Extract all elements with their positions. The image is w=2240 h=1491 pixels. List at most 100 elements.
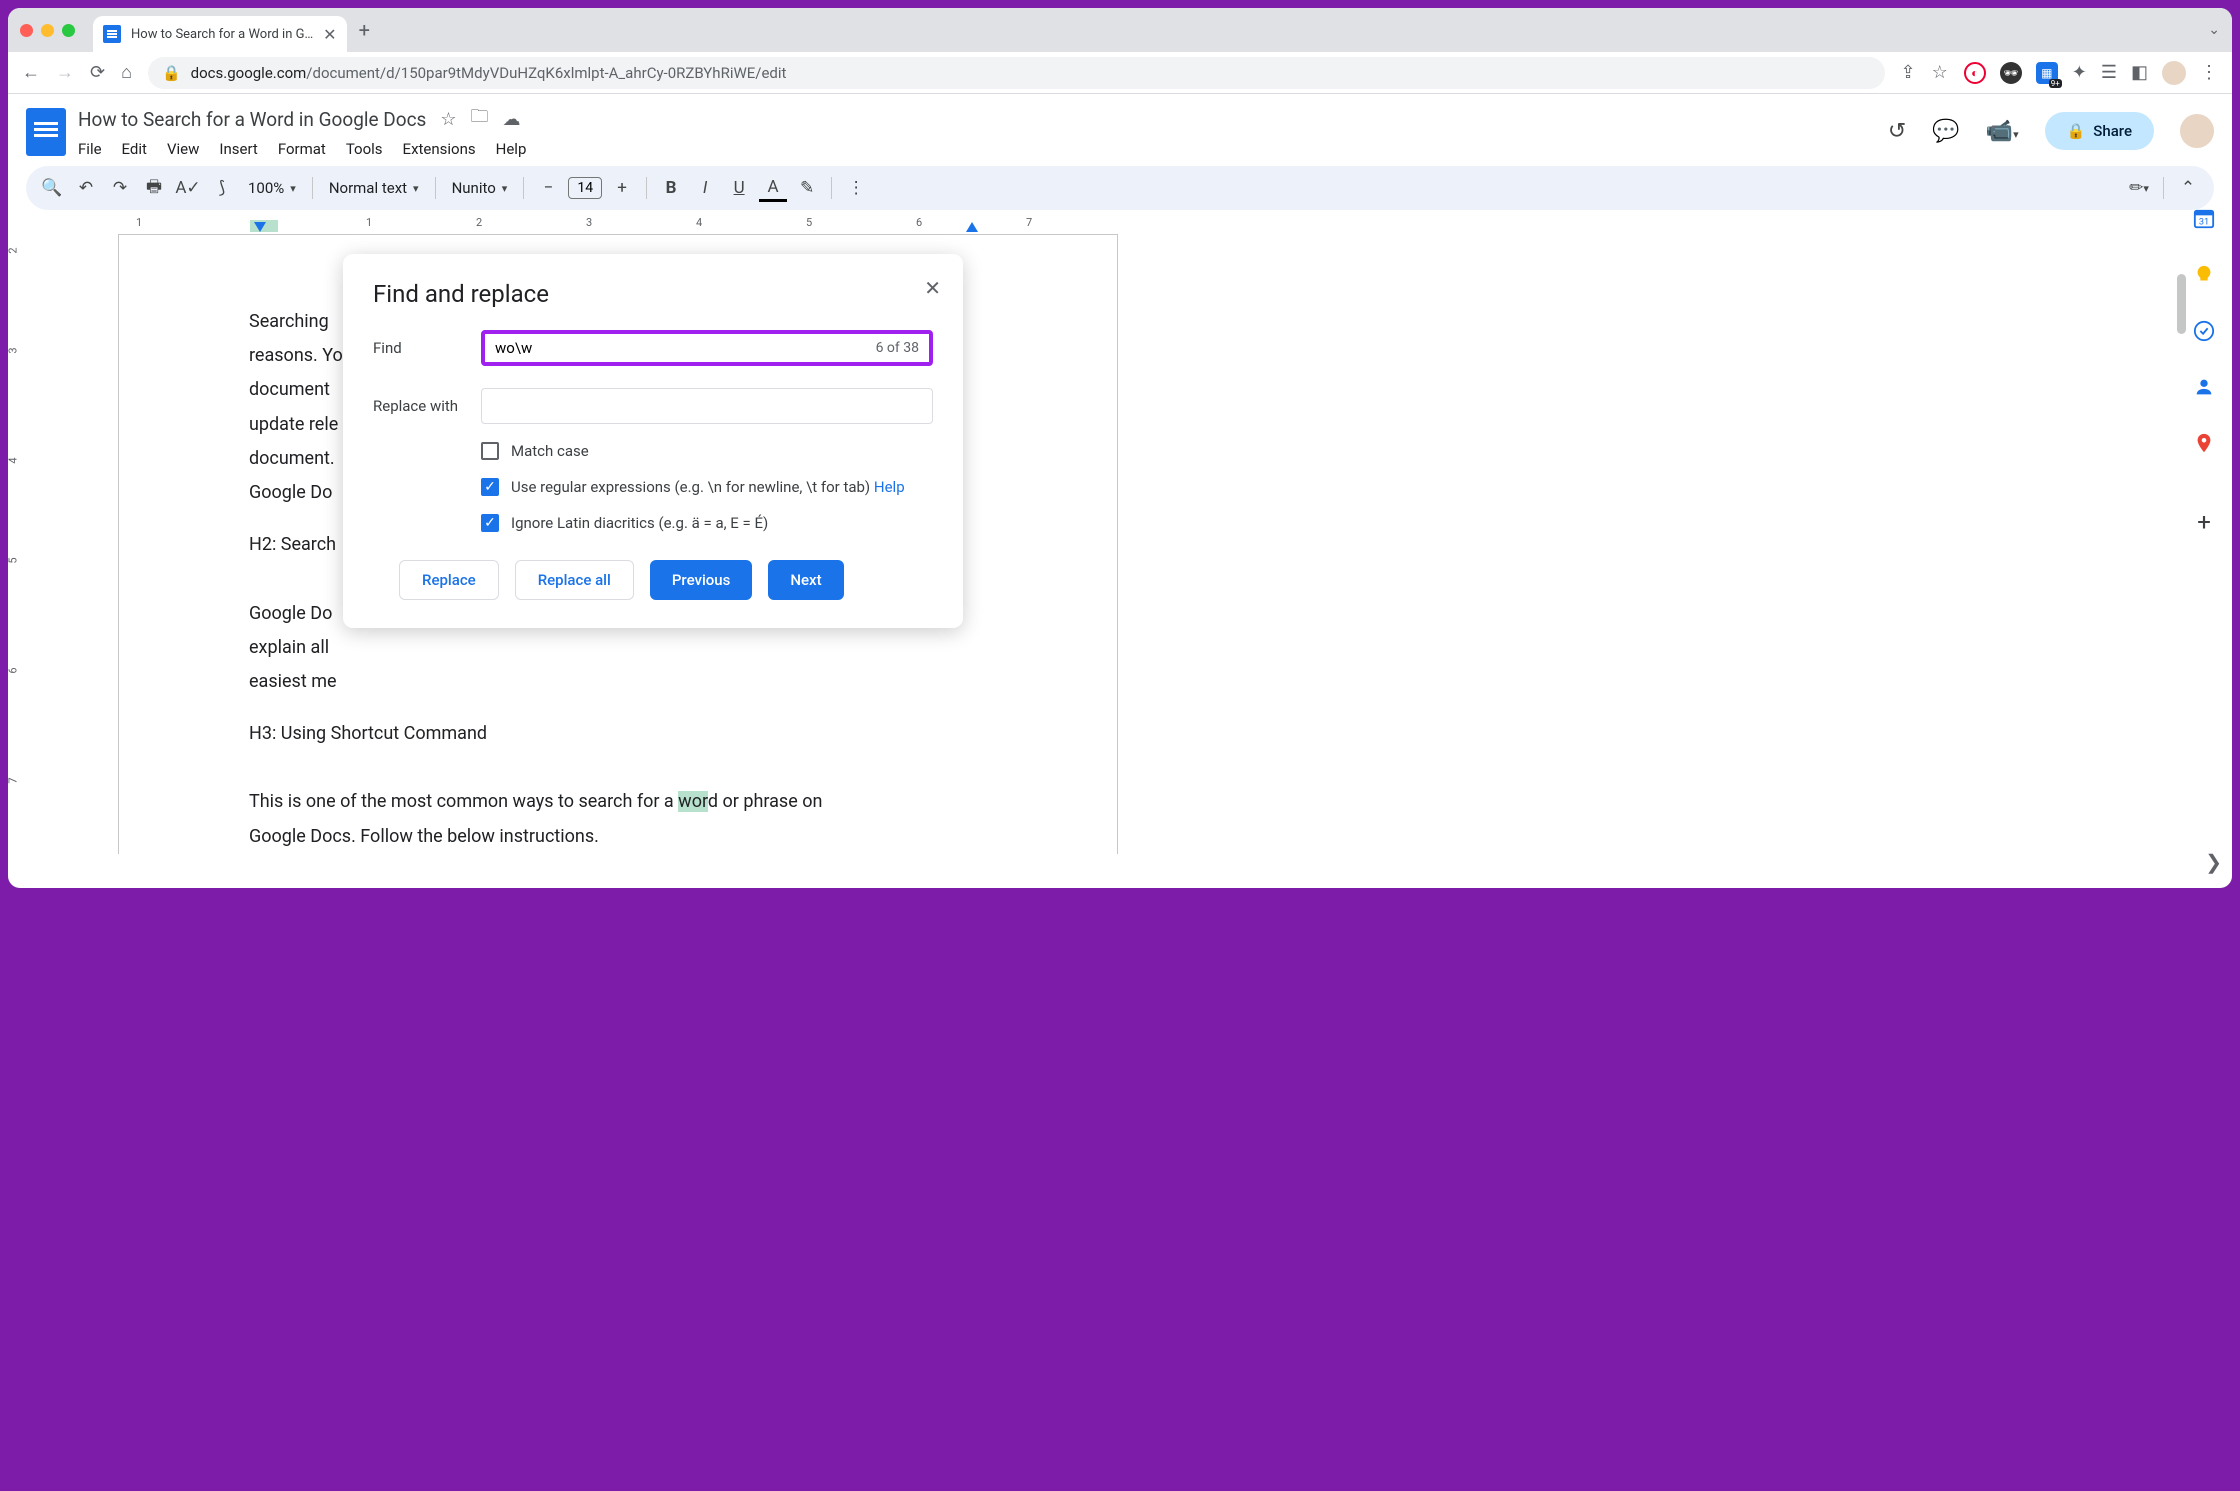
docs-logo-icon[interactable] [26, 108, 66, 156]
account-avatar[interactable] [2180, 114, 2214, 148]
forward-icon: → [56, 62, 74, 83]
font-decrease[interactable]: − [534, 174, 562, 202]
menu-insert[interactable]: Insert [219, 140, 257, 158]
more-toolbar-icon[interactable]: ⋮ [842, 174, 870, 202]
highlight-color-icon[interactable]: ✎ [793, 174, 821, 202]
browser-window: How to Search for a Word in G… ✕ + ⌄ ← →… [8, 8, 2232, 888]
menu-extensions[interactable]: Extensions [403, 140, 476, 158]
print-icon[interactable]: 🖶 [140, 174, 168, 202]
docs-header: How to Search for a Word in Google Docs … [8, 94, 2232, 158]
close-dialog-icon[interactable]: ✕ [924, 276, 941, 300]
history-icon[interactable]: ↺ [1888, 119, 1906, 144]
share-label: Share [2093, 122, 2132, 140]
bookmark-star-icon[interactable]: ☆ [1932, 62, 1948, 83]
vertical-ruler[interactable]: 2 3 4 5 6 7 [8, 234, 26, 854]
menu-tools[interactable]: Tools [346, 140, 383, 158]
previous-button[interactable]: Previous [650, 560, 753, 600]
italic-icon[interactable]: I [691, 174, 719, 202]
font-family-select[interactable]: Nunito▾ [446, 179, 514, 197]
browser-tab[interactable]: How to Search for a Word in G… ✕ [93, 16, 347, 52]
reload-icon[interactable]: ⟳ [90, 62, 105, 83]
profile-avatar[interactable] [2162, 61, 2186, 85]
url-path: /document/d/150par9tMdyVDuHZqK6xlmlpt-A_… [306, 64, 786, 82]
address-field[interactable]: 🔒 docs.google.com/document/d/150par9tMdy… [148, 57, 1885, 89]
search-highlight: wor [678, 791, 708, 812]
text-color-icon[interactable]: A [759, 174, 787, 202]
maps-icon[interactable] [2193, 432, 2215, 454]
ublock-icon[interactable]: ◐ [1964, 62, 1986, 84]
replace-input[interactable] [481, 388, 933, 424]
find-input[interactable]: wo\w 6 of 38 [481, 330, 933, 366]
back-icon[interactable]: ← [22, 62, 40, 83]
menu-file[interactable]: File [78, 140, 102, 158]
share-icon[interactable]: ⇪ [1901, 62, 1916, 83]
canvas-area: 2 3 4 5 6 7 Searching reasons. Yo docume… [8, 234, 2232, 854]
collapse-toolbar-icon[interactable]: ⌃ [2174, 174, 2202, 202]
menu-edit[interactable]: Edit [122, 140, 147, 158]
minimize-window[interactable] [41, 24, 54, 37]
horizontal-ruler[interactable]: 1 1 2 3 4 5 6 7 [26, 216, 2214, 234]
menu-format[interactable]: Format [278, 140, 326, 158]
star-icon[interactable]: ☆ [440, 109, 456, 130]
spellcheck-icon[interactable]: A✓ [174, 174, 202, 202]
toolbar: 🔍 ↶ ↷ 🖶 A✓ ⟆ 100%▾ Normal text▾ Nunito▾ … [26, 166, 2214, 210]
extension-mask-icon[interactable]: 🕶 [2000, 62, 2022, 84]
add-addon-icon[interactable]: + [2197, 508, 2211, 536]
doc-title[interactable]: How to Search for a Word in Google Docs [78, 108, 426, 131]
underline-icon[interactable]: U [725, 174, 753, 202]
meet-icon[interactable]: 📹▾ [1986, 119, 2019, 144]
new-tab-button[interactable]: + [359, 18, 370, 42]
diacritics-option[interactable]: ✓ Ignore Latin diacritics (e.g. ä = a, E… [481, 514, 933, 532]
comments-icon[interactable]: 💬 [1932, 119, 1959, 144]
replace-button[interactable]: Replace [399, 560, 499, 600]
font-size-input[interactable]: 14 [568, 177, 602, 199]
find-value: wo\w [495, 339, 532, 357]
extension-translate-icon[interactable]: ▦9+ [2036, 62, 2058, 84]
replace-label: Replace with [373, 397, 481, 415]
tasks-icon[interactable] [2193, 320, 2215, 342]
reading-list-icon[interactable]: ☰ [2101, 62, 2117, 83]
menu-help[interactable]: Help [496, 140, 527, 158]
checkbox-checked-icon: ✓ [481, 514, 499, 532]
contacts-icon[interactable] [2193, 376, 2215, 398]
redo-icon[interactable]: ↷ [106, 174, 134, 202]
maximize-window[interactable] [62, 24, 75, 37]
menu-bar: File Edit View Insert Format Tools Exten… [78, 140, 1876, 158]
find-label: Find [373, 339, 481, 357]
zoom-select[interactable]: 100%▾ [242, 179, 302, 197]
bold-icon[interactable]: B [657, 174, 685, 202]
traffic-lights [20, 24, 75, 37]
paint-format-icon[interactable]: ⟆ [208, 174, 236, 202]
find-count: 6 of 38 [876, 340, 919, 356]
tab-title: How to Search for a Word in G… [131, 27, 313, 42]
menu-view[interactable]: View [167, 140, 199, 158]
search-menu-icon[interactable]: 🔍 [38, 174, 66, 202]
undo-icon[interactable]: ↶ [72, 174, 100, 202]
next-button[interactable]: Next [768, 560, 843, 600]
lock-icon: 🔒 [162, 64, 181, 82]
expand-sidepanel-icon[interactable]: ❯ [2205, 850, 2222, 874]
paragraph-style-select[interactable]: Normal text▾ [323, 179, 425, 197]
checkbox-unchecked-icon [481, 442, 499, 460]
keep-icon[interactable] [2193, 264, 2215, 286]
home-icon[interactable]: ⌂ [121, 62, 132, 83]
editing-mode-icon[interactable]: ✏▾ [2125, 174, 2153, 202]
match-case-option[interactable]: Match case [481, 442, 933, 460]
replace-all-button[interactable]: Replace all [515, 560, 634, 600]
chrome-menu-icon[interactable]: ⋮ [2200, 62, 2218, 83]
regex-help-link[interactable]: Help [874, 478, 905, 496]
close-window[interactable] [20, 24, 33, 37]
share-button[interactable]: 🔒 Share [2045, 112, 2154, 150]
close-tab-icon[interactable]: ✕ [323, 25, 336, 44]
find-replace-dialog: Find and replace ✕ Find wo\w 6 of 38 Rep… [343, 254, 963, 628]
regex-option[interactable]: ✓ Use regular expressions (e.g. \n for n… [481, 478, 933, 496]
docs-favicon-icon [103, 25, 121, 43]
dialog-title: Find and replace [373, 280, 933, 308]
sidepanel-icon[interactable]: ◧ [2131, 62, 2148, 83]
tab-list-chevron-icon[interactable]: ⌄ [2208, 22, 2220, 38]
cloud-status-icon: ☁ [503, 109, 521, 130]
font-increase[interactable]: + [608, 174, 636, 202]
move-folder-icon[interactable]: 🗀 [471, 104, 489, 134]
extensions-puzzle-icon[interactable]: ✦ [2072, 62, 2087, 83]
calendar-icon[interactable]: 31 [2193, 208, 2215, 230]
